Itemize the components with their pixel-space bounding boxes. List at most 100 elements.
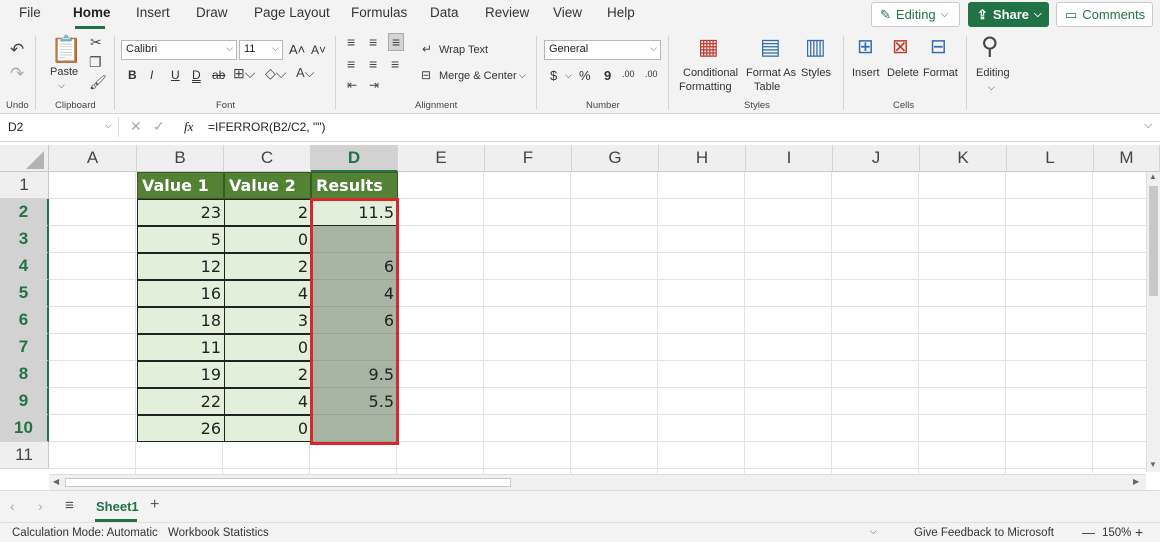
chevron-left-icon[interactable]: ‹ [10,498,15,514]
cell-b6[interactable]: 18 [137,307,225,334]
format-as-table-button[interactable]: Format As [746,67,796,79]
chevron-down-icon[interactable]: ⌵ [105,120,112,131]
paste-icon[interactable]: 📋 [50,34,82,65]
row-header-1[interactable]: 1 [0,172,49,199]
tab-view[interactable]: View [553,5,582,20]
align-middle-icon[interactable]: ≡ [369,34,377,50]
column-header-m[interactable]: M [1094,145,1160,172]
format-cells-icon[interactable]: ⊟ [930,34,947,59]
increase-font-icon[interactable]: A˄ [289,42,305,57]
tab-data[interactable]: Data [430,5,459,20]
chevron-down-icon[interactable]: ⌵ [565,70,572,81]
cell-c4[interactable]: 2 [224,253,312,280]
add-sheet-button[interactable]: + [150,496,159,514]
column-header-i[interactable]: I [746,145,833,172]
scroll-left-icon[interactable]: ◀ [53,477,59,486]
row-header-7[interactable]: 7 [0,334,49,361]
insert-cells-icon[interactable]: ⊞ [857,34,874,59]
align-bottom-icon[interactable]: ≡ [388,33,405,51]
delete-cells-icon[interactable]: ⊠ [892,34,909,59]
cell-c3[interactable]: 0 [224,226,312,253]
calculation-mode-status[interactable]: Calculation Mode: Automatic [12,527,158,539]
horizontal-scroll-thumb[interactable] [65,478,511,487]
insert-function-button[interactable]: fx [184,119,193,135]
header-cell-value-1[interactable]: Value 1 [137,172,224,199]
conditional-formatting-label-2[interactable]: Formatting [679,81,732,93]
merge-center-button[interactable]: Merge & Center [439,70,517,82]
column-header-h[interactable]: H [659,145,746,172]
row-header-11[interactable]: 11 [0,442,49,469]
comma-style-button[interactable]: 9 [604,68,611,83]
column-header-a[interactable]: A [49,145,137,172]
borders-icon[interactable]: ⊞⌵ [233,65,255,82]
tab-insert[interactable]: Insert [136,5,170,20]
format-as-table-label-2[interactable]: Table [754,81,780,93]
paste-button[interactable]: Paste [50,66,78,78]
column-header-l[interactable]: L [1007,145,1094,172]
all-sheets-icon[interactable]: ≡ [65,497,74,514]
tab-page-layout[interactable]: Page Layout [254,5,330,20]
zoom-out-button[interactable]: — [1082,525,1095,540]
cell-styles-icon[interactable]: ▥ [805,34,826,60]
align-center-icon[interactable]: ≡ [369,56,377,72]
cell-b7[interactable]: 11 [137,334,225,361]
font-size-select[interactable]: 11 ⌵ [239,40,283,60]
align-left-icon[interactable]: ≡ [347,56,355,72]
cell-b5[interactable]: 16 [137,280,225,307]
currency-button[interactable]: $ [550,68,557,83]
redo-icon[interactable]: ↷ [10,64,24,84]
row-header-4[interactable]: 4 [0,253,49,280]
conditional-formatting-button[interactable]: Conditional [683,67,738,79]
number-format-select[interactable]: General ⌵ [544,40,661,60]
select-all-corner[interactable] [0,145,49,172]
cell-c10[interactable]: 0 [224,415,312,442]
formula-input[interactable]: =IFERROR(B2/C2, "") [208,120,326,134]
zoom-level[interactable]: 150% [1102,527,1131,539]
tab-review[interactable]: Review [485,5,529,20]
tab-draw[interactable]: Draw [196,5,228,20]
column-header-j[interactable]: J [833,145,920,172]
column-header-e[interactable]: E [398,145,485,172]
scroll-right-icon[interactable]: ▶ [1133,477,1139,486]
font-name-select[interactable]: Calibri ⌵ [121,40,237,60]
enter-icon[interactable]: ✓ [153,118,165,135]
decrease-font-icon[interactable]: A˅ [311,43,326,57]
undo-icon[interactable]: ↶ [10,40,24,60]
cell-b10[interactable]: 26 [137,415,225,442]
strikethrough-button[interactable]: ab [212,68,225,82]
cell-b4[interactable]: 12 [137,253,225,280]
column-header-b[interactable]: B [137,145,224,172]
name-box[interactable]: D2 [8,120,23,134]
underline-button[interactable]: U [171,68,180,82]
cell-c9[interactable]: 4 [224,388,312,415]
share-button[interactable]: ⇪ Share ⌵ [968,2,1049,27]
column-header-k[interactable]: K [920,145,1007,172]
column-header-c[interactable]: C [224,145,311,172]
sheet-tab-sheet1[interactable]: Sheet1 [96,499,139,514]
format-cells-button[interactable]: Format [923,67,958,79]
cell-c8[interactable]: 2 [224,361,312,388]
header-cell-results[interactable]: Results [311,172,398,199]
header-cell-value-2[interactable]: Value 2 [224,172,311,199]
tab-file[interactable]: File [19,5,41,20]
row-header-3[interactable]: 3 [0,226,49,253]
cell-c7[interactable]: 0 [224,334,312,361]
chevron-down-icon[interactable]: ⌵ [58,80,65,91]
delete-cells-button[interactable]: Delete [887,67,919,79]
column-header-f[interactable]: F [485,145,572,172]
increase-indent-icon[interactable]: ⇥ [369,78,379,92]
percent-button[interactable]: % [579,68,591,83]
cell-styles-button[interactable]: Styles [801,67,831,79]
decrease-decimal-button[interactable]: .00 [645,69,658,79]
editing-group-button[interactable]: Editing [976,67,1010,79]
copy-icon[interactable]: ❐ [89,54,102,71]
cell-c5[interactable]: 4 [224,280,312,307]
scroll-up-icon[interactable]: ▲ [1149,172,1157,181]
tab-help[interactable]: Help [607,5,635,20]
row-header-10[interactable]: 10 [0,415,49,442]
align-top-icon[interactable]: ≡ [347,34,355,50]
cell-b3[interactable]: 5 [137,226,225,253]
double-underline-button[interactable]: D [192,68,201,82]
chevron-down-icon[interactable]: ⌵ [870,526,877,537]
editing-mode-button[interactable]: ✎ Editing ⌵ [871,2,960,27]
